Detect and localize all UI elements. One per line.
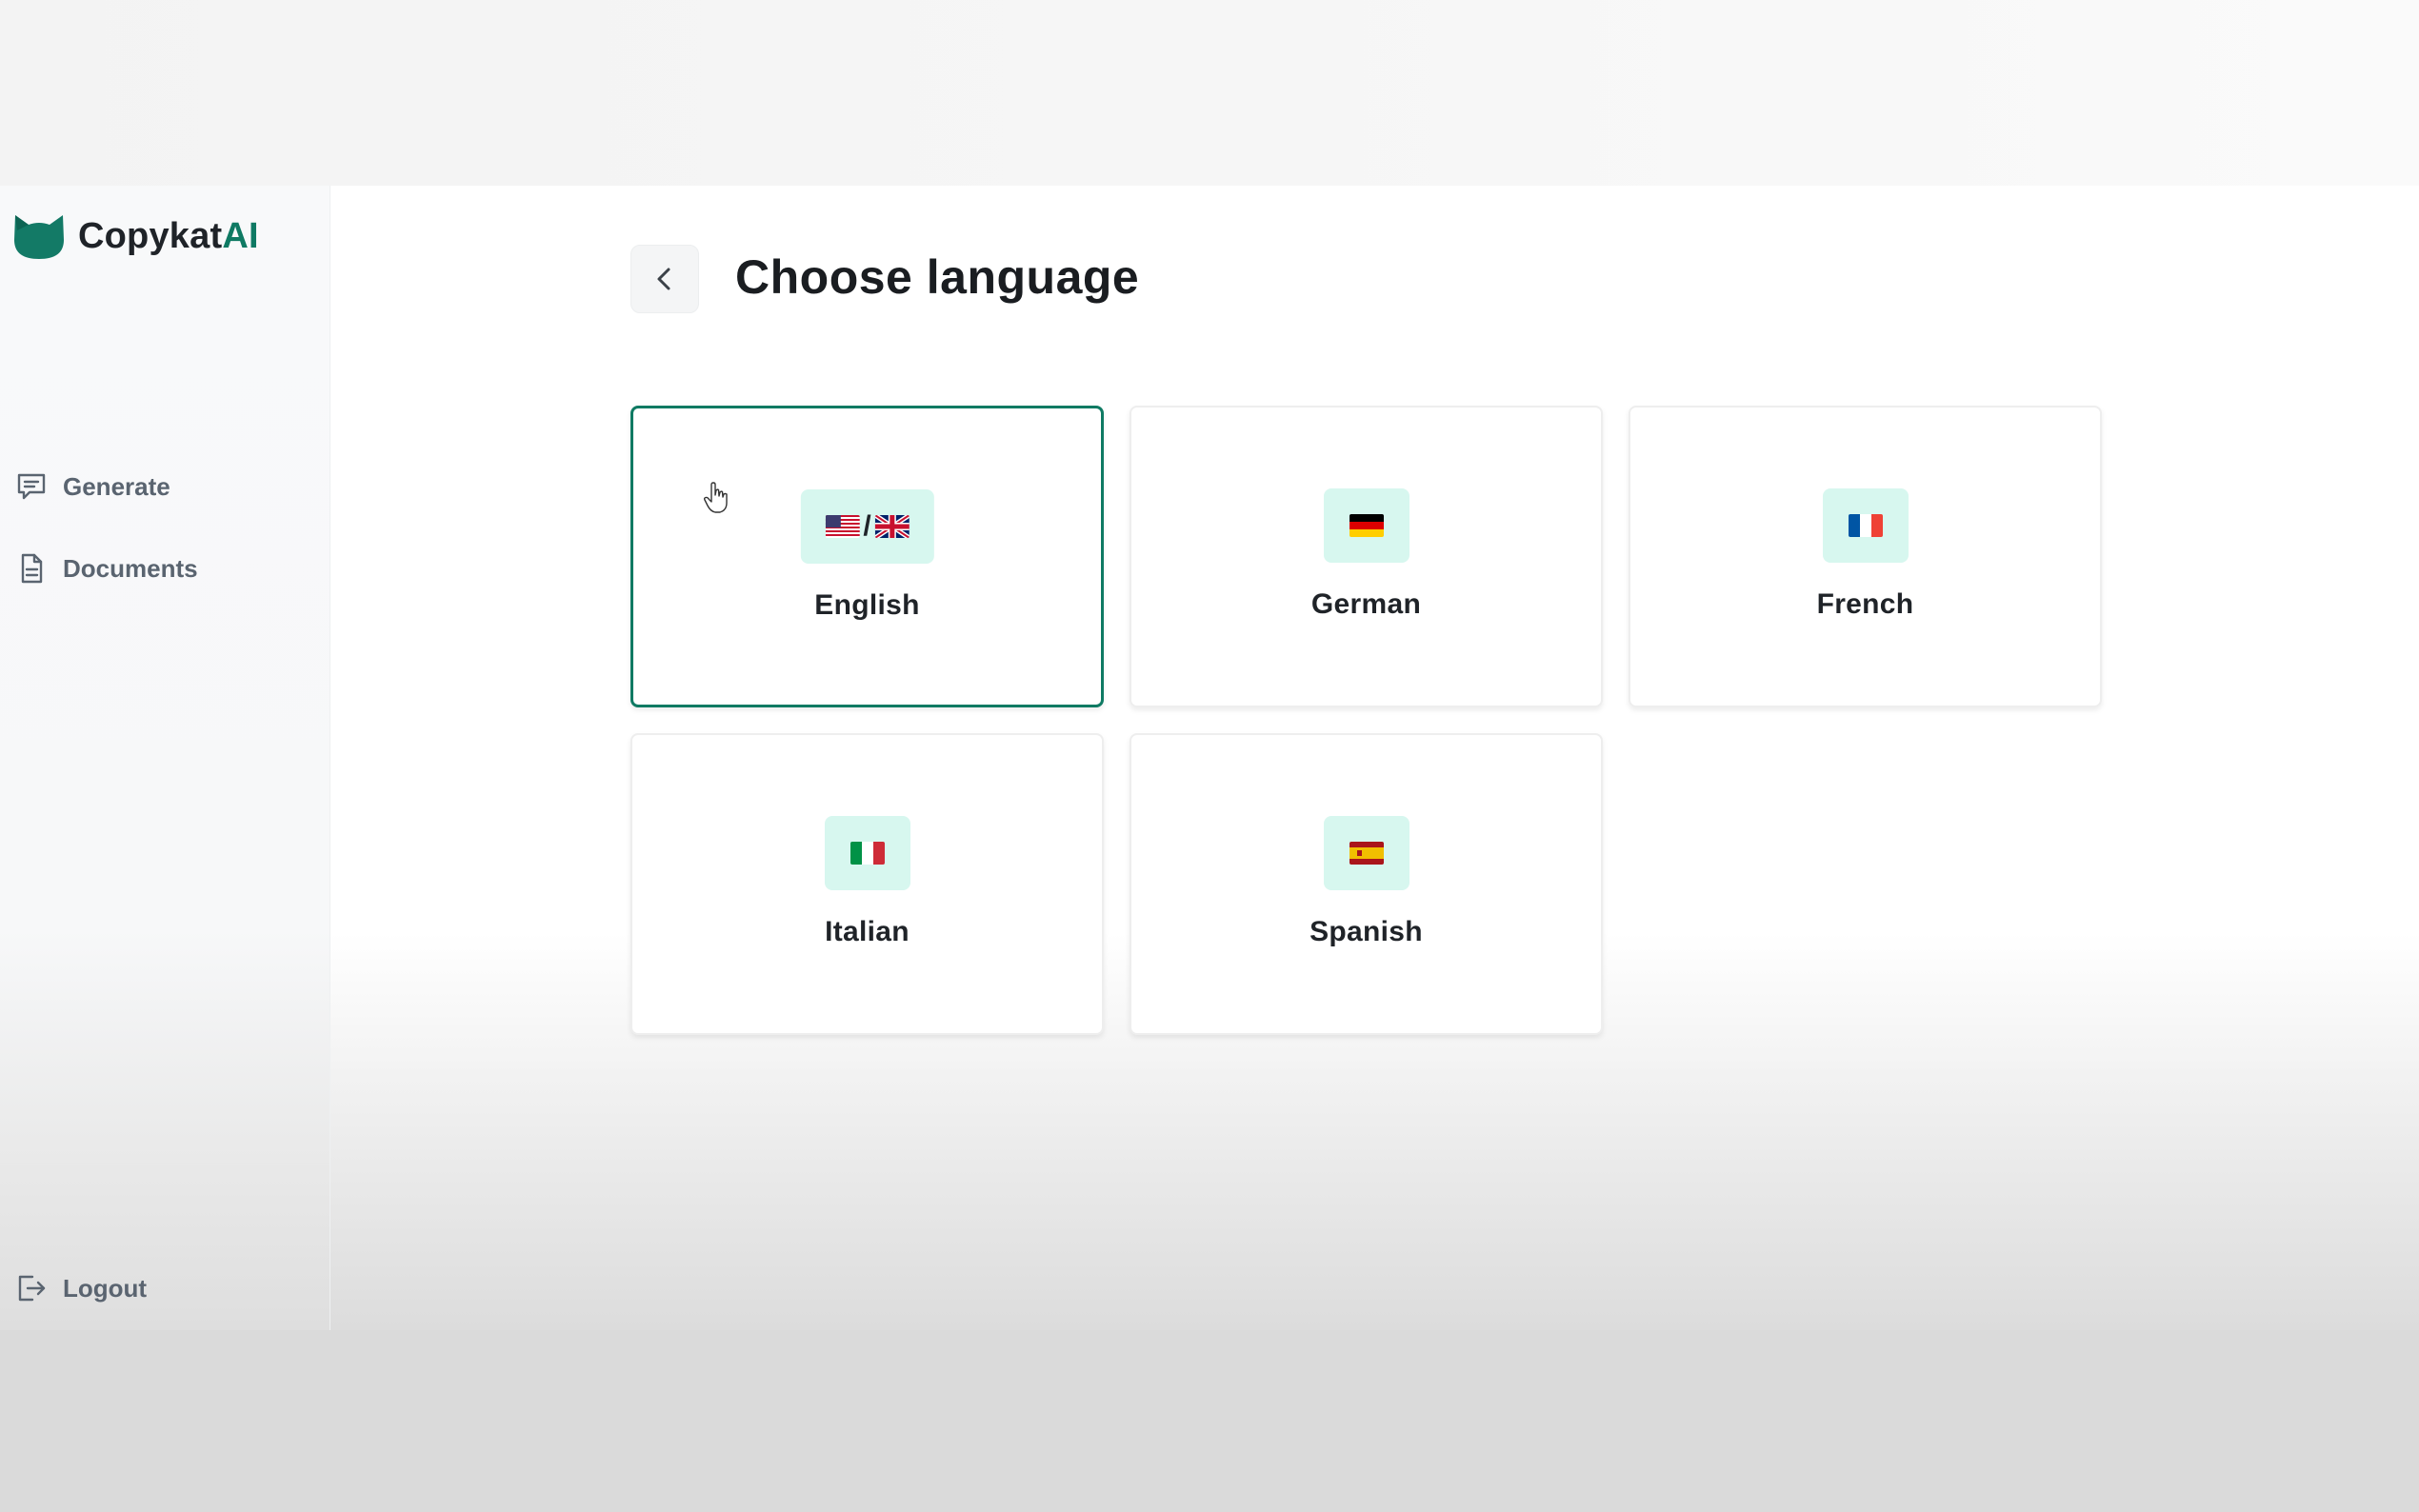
language-label: German <box>1310 588 1422 620</box>
language-card-french[interactable]: French <box>1629 406 2102 707</box>
language-card-italian[interactable]: Italian <box>630 733 1104 1035</box>
flag-badge <box>1323 816 1409 890</box>
chat-message-icon <box>17 473 46 500</box>
sidebar-item-label: Documents <box>63 553 198 583</box>
chevron-left-icon <box>657 268 670 290</box>
language-label: Italian <box>825 916 910 947</box>
hand-cursor-icon <box>703 482 728 513</box>
app-name-suffix: AI <box>222 215 259 256</box>
bottom-band <box>0 1330 2419 1512</box>
italy-flag-icon <box>850 842 885 865</box>
us-flag-icon <box>825 515 860 538</box>
france-flag-icon <box>1848 514 1883 537</box>
logout-label: Logout <box>63 1273 148 1303</box>
language-label: Spanish <box>1309 916 1423 947</box>
language-card-spanish[interactable]: Spanish <box>1130 733 1603 1035</box>
uk-flag-icon <box>874 515 910 538</box>
app-logo[interactable]: CopykatAI <box>11 211 259 261</box>
app-name: CopykatAI <box>78 216 259 257</box>
sidebar-item-documents[interactable]: Documents <box>15 552 198 585</box>
language-card-german[interactable]: German <box>1130 406 1603 707</box>
sidebar-item-label: Generate <box>63 471 170 501</box>
flag-badge <box>1323 488 1409 563</box>
app-name-prefix: Copykat <box>78 215 223 256</box>
logout-button[interactable]: Logout <box>15 1272 147 1304</box>
sidebar-item-generate[interactable]: Generate <box>15 470 170 503</box>
flag-badge <box>824 816 910 890</box>
germany-flag-icon <box>1349 514 1384 537</box>
top-blur-band <box>0 0 2419 186</box>
document-icon <box>21 553 43 584</box>
sidebar <box>0 186 330 1330</box>
language-label: French <box>1816 588 1914 620</box>
back-button[interactable] <box>630 245 699 313</box>
page-title: Choose language <box>735 250 1140 304</box>
spain-flag-icon <box>1349 842 1384 865</box>
flag-badge <box>1822 488 1909 563</box>
language-label: English <box>814 589 920 621</box>
flag-separator: / <box>863 510 871 542</box>
flag-badge: / <box>800 489 934 564</box>
cat-logo-icon <box>14 215 64 259</box>
language-card-english[interactable]: / English <box>630 406 1104 707</box>
logout-icon <box>18 1275 46 1302</box>
